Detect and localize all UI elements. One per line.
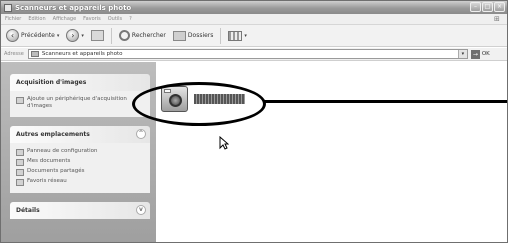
panel-header[interactable]: Détails v	[10, 202, 150, 219]
expand-chevron-icon[interactable]: v	[136, 205, 146, 215]
task-pane: Acquisition d'images Ajoute un périphéri…	[1, 62, 156, 242]
minimize-button[interactable]: –	[470, 2, 481, 12]
link-label: Mes documents	[27, 158, 71, 164]
forward-button[interactable]: › ▾	[64, 28, 86, 44]
go-label: OK	[481, 51, 490, 57]
folder-icon	[16, 159, 24, 166]
folder-icon	[16, 169, 24, 176]
toolbar-separator	[110, 27, 112, 44]
window-icon	[4, 3, 12, 12]
toolbar-separator	[220, 27, 222, 44]
folder-up-icon	[90, 30, 104, 41]
panel-header[interactable]: Acquisition d'images	[10, 74, 150, 91]
toolbar: ‹ Précédente ▾ › ▾ Rechercher Dossiers ▾	[1, 25, 507, 47]
folders-icon	[172, 30, 186, 41]
menu-help[interactable]: ?	[129, 16, 132, 22]
forward-arrow-icon: ›	[66, 29, 80, 42]
task-add-device[interactable]: Ajoute un périphérique d'acquisition d'i…	[16, 96, 144, 110]
chevron-down-icon[interactable]: ▾	[57, 33, 60, 39]
panel-other-places: Autres emplacements ^ Panneau de configu…	[10, 126, 150, 193]
panel-title: Autres emplacements	[16, 131, 90, 138]
title-bar: Scanneurs et appareils photo – □ ×	[1, 1, 507, 14]
views-button[interactable]: ▾	[226, 28, 249, 44]
window-title: Scanneurs et appareils photo	[15, 3, 132, 12]
task-label: Ajoute un périphérique d'acquisition d'i…	[27, 96, 127, 109]
menu-view[interactable]: Affichage	[53, 16, 77, 22]
maximize-button[interactable]: □	[482, 2, 493, 12]
menu-bar: Fichier Edition Affichage Favoris Outils…	[1, 14, 507, 25]
link-shared-documents[interactable]: Documents partagés	[16, 168, 144, 176]
panel-body: Panneau de configuration Mes documents D…	[10, 143, 150, 193]
menu-edit[interactable]: Edition	[28, 16, 45, 22]
up-button[interactable]	[89, 28, 106, 44]
panel-body: Ajoute un périphérique d'acquisition d'i…	[10, 91, 150, 117]
back-button[interactable]: ‹ Précédente ▾	[4, 28, 61, 44]
chevron-down-icon[interactable]: ▾	[244, 33, 247, 39]
folders-label: Dossiers	[187, 32, 214, 39]
menu-tools[interactable]: Outils	[108, 16, 122, 22]
panel-title: Détails	[16, 207, 40, 214]
highlight-ellipse	[132, 82, 266, 126]
explorer-window: Scanneurs et appareils photo – □ × Fichi…	[0, 0, 508, 243]
scanner-icon	[16, 97, 24, 104]
chevron-down-icon[interactable]: ▾	[81, 33, 84, 39]
callout-line	[264, 100, 507, 103]
search-button[interactable]: Rechercher	[117, 28, 168, 44]
panel-header[interactable]: Autres emplacements ^	[10, 126, 150, 143]
link-label: Favoris réseau	[27, 178, 67, 184]
search-label: Rechercher	[131, 32, 166, 39]
folders-button[interactable]: Dossiers	[171, 28, 216, 44]
go-arrow-icon: →	[470, 49, 480, 59]
panel-details: Détails v	[10, 202, 150, 219]
search-icon	[118, 30, 130, 41]
go-button[interactable]: → OK	[470, 49, 490, 59]
link-network-places[interactable]: Favoris réseau	[16, 178, 144, 186]
menu-file[interactable]: Fichier	[5, 16, 21, 22]
windows-logo-icon: ⊞	[494, 15, 500, 23]
back-label: Précédente	[21, 32, 55, 39]
address-bar: Adresse Scanneurs et appareils photo ▾ →…	[1, 48, 507, 61]
window-controls: – □ ×	[470, 2, 505, 12]
back-arrow-icon: ‹	[6, 29, 19, 42]
address-value: Scanneurs et appareils photo	[41, 51, 123, 57]
link-control-panel[interactable]: Panneau de configuration	[16, 148, 144, 156]
menu-favorites[interactable]: Favoris	[83, 16, 101, 22]
address-input[interactable]: Scanneurs et appareils photo ▾	[27, 49, 468, 59]
link-label: Documents partagés	[27, 168, 85, 174]
link-my-documents[interactable]: Mes documents	[16, 158, 144, 166]
network-icon	[16, 179, 24, 186]
panel-acquisition: Acquisition d'images Ajoute un périphéri…	[10, 74, 150, 117]
collapse-chevron-icon[interactable]: ^	[136, 129, 146, 139]
address-label: Adresse	[4, 51, 24, 57]
control-panel-icon	[16, 149, 24, 156]
close-button[interactable]: ×	[494, 2, 505, 12]
folder-icon	[30, 51, 39, 57]
panel-title: Acquisition d'images	[16, 79, 87, 86]
views-icon	[228, 30, 243, 41]
chevron-down-icon[interactable]: ▾	[457, 50, 467, 58]
link-label: Panneau de configuration	[27, 148, 98, 154]
